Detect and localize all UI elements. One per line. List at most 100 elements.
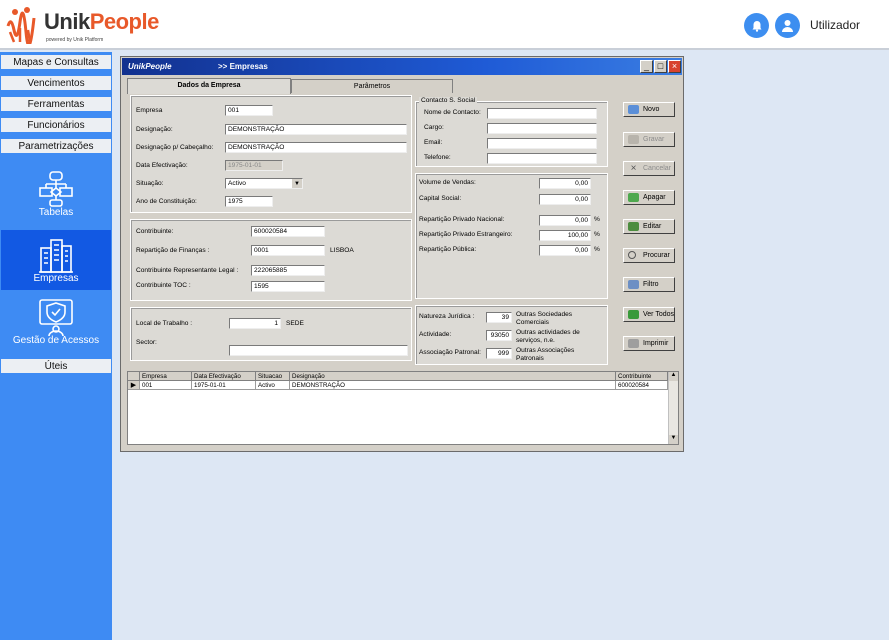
email-field[interactable] (487, 138, 597, 149)
table-row-designacao-cell[interactable]: DEMONSTRAÇÃO (290, 381, 616, 390)
column-header-contribuinte[interactable]: Contribuinte (616, 372, 668, 381)
situacao-select[interactable]: Activo ▼ (225, 178, 303, 189)
designacao-label: Designação: (136, 126, 173, 133)
contribuinte-label: Contribuinte: (136, 228, 174, 235)
brand-tagline: powered by Unik Platform (46, 37, 104, 43)
reparticao-estrangeiro-label: Repartição Privado Estrangeiro: (419, 231, 513, 238)
user-icon (782, 20, 793, 32)
menu-funcionarios[interactable]: Funcionários (1, 118, 111, 134)
cancelar-button[interactable]: × Cancelar (623, 161, 675, 176)
printer-icon (628, 339, 639, 348)
view-all-icon (628, 310, 639, 319)
procurar-button[interactable]: Procurar (623, 248, 675, 263)
reparticao-nacional-field[interactable]: 0,00 (539, 215, 591, 226)
empresas-window: UnikPeople >> Empresas _ □ × Dados da Em… (120, 56, 684, 452)
menu-mapas-consultas[interactable]: Mapas e Consultas (1, 55, 111, 71)
contribuinte-field[interactable]: 600020584 (251, 226, 325, 237)
menu-ferramentas[interactable]: Ferramentas (1, 97, 111, 113)
reparticao-estrangeiro-field[interactable]: 100,00 (539, 230, 591, 241)
menu-uteis[interactable]: Úteis (1, 359, 111, 375)
tile-gestao-acessos-label: Gestão de Acessos (12, 335, 100, 346)
column-header-situacao[interactable]: Situacao (256, 372, 290, 381)
tab-parametros[interactable]: Parâmetros (291, 79, 453, 93)
save-icon (628, 135, 639, 144)
window-titlebar[interactable]: UnikPeople >> Empresas _ □ × (122, 58, 682, 75)
ano-constituicao-field[interactable]: 1975 (225, 196, 273, 207)
designacao-cabecalho-field[interactable]: DEMONSTRAÇÃO (225, 142, 407, 153)
user-avatar-button[interactable] (775, 13, 800, 38)
row-header-corner (128, 372, 140, 381)
reparticao-financas-field[interactable]: 0001 (251, 245, 325, 256)
maximize-icon[interactable]: □ (654, 60, 667, 73)
empresa-label: Empresa (136, 107, 163, 114)
situacao-label: Situação: (136, 180, 164, 187)
chevron-down-icon[interactable]: ▼ (292, 179, 302, 188)
financial-group: Volume de Vendas: 0,00 Capital Social: 0… (415, 173, 608, 299)
filter-icon (628, 280, 639, 289)
pct-publica: % (594, 246, 600, 253)
table-row-contribuinte-cell[interactable]: 600020584 (616, 381, 668, 390)
apagar-button[interactable]: Apagar (623, 190, 675, 205)
tile-empresas-label: Empresas (33, 273, 79, 284)
empresas-table[interactable]: Empresa Data Efectivação Situacao Design… (127, 371, 679, 445)
window-logo: UnikPeople (128, 62, 172, 71)
reparticao-financas-label: Repartição de Finanças : (136, 247, 210, 254)
table-scrollbar[interactable]: ▲ ▼ (668, 372, 678, 444)
capital-social-field[interactable]: 0,00 (539, 194, 591, 205)
pct-estrangeiro: % (594, 231, 600, 238)
data-efectivacao-label: Data Efectivação: (136, 162, 188, 169)
ver-todos-button[interactable]: Ver Todos (623, 307, 675, 322)
gravar-button[interactable]: Gravar (623, 132, 675, 147)
column-header-data-efectivacao[interactable]: Data Efectivação (192, 372, 256, 381)
row-selector-arrow-icon[interactable]: ▶ (128, 381, 140, 390)
table-row-empresa-cell[interactable]: 001 (140, 381, 192, 390)
associacao-patronal-field[interactable]: 999 (486, 348, 512, 359)
tile-empresas[interactable]: Empresas (1, 230, 111, 290)
top-bar: UnikPeople powered by Unik Platform Util… (0, 0, 889, 50)
nome-contacto-label: Nome de Contacto: (424, 109, 481, 116)
menu-parametrizacoes[interactable]: Parametrizações (1, 139, 111, 155)
nome-contacto-field[interactable] (487, 108, 597, 119)
reparticao-publica-field[interactable]: 0,00 (539, 245, 591, 256)
delete-icon (628, 193, 639, 202)
telefone-field[interactable] (487, 153, 597, 164)
contribuinte-toc-field[interactable]: 1595 (251, 281, 325, 292)
sector-field[interactable] (229, 345, 408, 356)
empresa-field[interactable]: 001 (225, 105, 273, 116)
tab-dados-empresa[interactable]: Dados da Empresa (127, 78, 291, 94)
close-icon[interactable]: × (668, 60, 681, 73)
natureza-juridica-desc: Outras Sociedades Comerciais (516, 311, 573, 326)
user-name[interactable]: Utilizador (810, 18, 860, 32)
table-row-situacao-cell[interactable]: Activo (256, 381, 290, 390)
classification-group: Natureza Jurídica : 39 Outras Sociedades… (415, 305, 608, 365)
table-row-data-cell[interactable]: 1975-01-01 (192, 381, 256, 390)
tile-gestao-acessos[interactable]: Gestão de Acessos (1, 292, 111, 352)
filtro-button[interactable]: Filtro (623, 277, 675, 292)
editar-button[interactable]: Editar (623, 219, 675, 234)
menu-vencimentos[interactable]: Vencimentos (1, 76, 111, 92)
actividade-field[interactable]: 93050 (486, 330, 512, 341)
designacao-field[interactable]: DEMONSTRAÇÃO (225, 124, 407, 135)
natureza-juridica-field[interactable]: 39 (486, 312, 512, 323)
scroll-up-icon[interactable]: ▲ (669, 372, 678, 381)
cargo-field[interactable] (487, 123, 597, 134)
notifications-button[interactable] (744, 13, 769, 38)
minimize-icon[interactable]: _ (640, 60, 653, 73)
tile-tabelas[interactable]: Tabelas (1, 164, 111, 224)
scroll-down-icon[interactable]: ▼ (669, 435, 678, 444)
natureza-juridica-label: Natureza Jurídica : (419, 313, 475, 320)
app-logo[interactable]: UnikPeople powered by Unik Platform (6, 6, 166, 44)
close-x-icon: × (630, 163, 637, 174)
associacao-patronal-desc: Outras Associações Patronais (516, 347, 575, 362)
representante-legal-label: Contribuinte Representante Legal : (136, 267, 239, 274)
volume-vendas-field[interactable]: 0,00 (539, 178, 591, 189)
local-trabalho-field[interactable]: 1 (229, 318, 281, 329)
ano-constituicao-label: Ano de Constituição: (136, 198, 197, 205)
column-header-designacao[interactable]: Designação (290, 372, 616, 381)
brand-name: UnikPeople (44, 9, 159, 34)
reparticao-nacional-label: Repartição Privado Nacional: (419, 216, 505, 223)
imprimir-button[interactable]: Imprimir (623, 336, 675, 351)
column-header-empresa[interactable]: Empresa (140, 372, 192, 381)
novo-button[interactable]: Novo (623, 102, 675, 117)
representante-legal-field[interactable]: 222065885 (251, 265, 325, 276)
